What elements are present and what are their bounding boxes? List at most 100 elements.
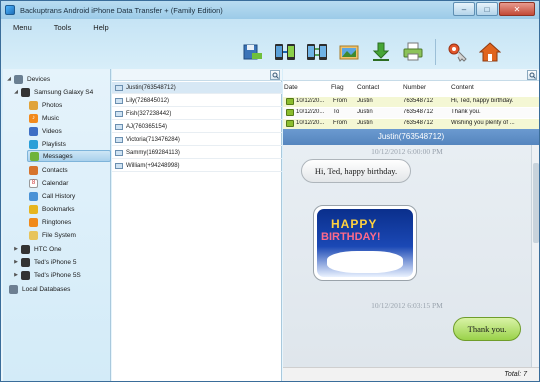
message-contact: Justin [357, 98, 373, 104]
tree-calendar[interactable]: 8 Calendar [29, 177, 68, 189]
print-button[interactable] [401, 39, 425, 65]
register-button[interactable] [446, 39, 470, 65]
tree-label: Ted's iPhone 5 [34, 258, 77, 266]
tree-label: Bookmarks [42, 205, 75, 213]
message-search-button[interactable] [527, 70, 537, 80]
contact-name: Victoria(713476284) [126, 136, 180, 143]
tree-playlists[interactable]: Playlists [29, 138, 66, 150]
birthday-cake-image: HAPPY BIRTHDAY! [317, 209, 413, 277]
calendar-icon: 8 [29, 178, 38, 188]
export-pictures-button[interactable] [337, 39, 361, 65]
close-button[interactable]: ✕ [499, 2, 535, 16]
scrollbar-thumb[interactable] [533, 163, 539, 243]
tree-videos[interactable]: Videos [29, 125, 62, 137]
menu-tools[interactable]: Tools [50, 21, 76, 35]
save-database-icon [243, 44, 262, 60]
sms-icon [286, 120, 294, 127]
tree-label: Ringtones [42, 218, 72, 226]
backup-button[interactable] [241, 39, 265, 65]
contact-icon [115, 136, 123, 143]
tree-label: Ted's iPhone 5S [34, 271, 81, 279]
picture-export-icon [339, 45, 359, 60]
message-row[interactable]: 10/12/20... To Justin 763548712 Thank yo… [283, 108, 539, 118]
message-date: 10/12/20... [296, 98, 325, 104]
contact-name: Sammy(169284113) [126, 149, 180, 156]
tree-ringtones[interactable]: Ringtones [29, 216, 71, 228]
contact-row[interactable]: Justin(763548712) [112, 82, 282, 94]
tree-iphone5[interactable]: ▶ Ted's iPhone 5 [13, 256, 76, 268]
folder-icon [29, 230, 38, 240]
contact-name: Fish(327238442) [126, 110, 172, 117]
tree-call-history[interactable]: Call History [29, 190, 75, 202]
phone-sync-icon [307, 44, 327, 60]
message-timestamp: 10/12/2012 6:03:15 PM [371, 301, 443, 310]
tree-messages[interactable]: Messages [27, 150, 111, 162]
contact-row[interactable]: Lily(726845012) [112, 95, 282, 107]
message-date: 10/12/20... [296, 109, 325, 115]
image-text-happy: HAPPY [331, 217, 378, 231]
total-count: Total: 7 [504, 371, 527, 378]
message-row[interactable]: 10/12/20... From Justin 763548712 Wishin… [283, 119, 539, 129]
tree-label: HTC One [34, 245, 62, 253]
menu-menu[interactable]: Menu [9, 21, 36, 35]
contact-search-button[interactable] [270, 70, 280, 80]
message-table-header: Date Flag Contact Number Content [283, 83, 539, 94]
menu-help[interactable]: Help [89, 21, 112, 35]
music-icon: ♪ [29, 113, 38, 123]
title-bar: Backuptrans Android iPhone Data Transfer… [1, 1, 539, 19]
column-date[interactable]: Date [284, 84, 298, 91]
tree-samsung[interactable]: ◢ Samsung Galaxy S4 [13, 86, 93, 98]
contact-icon [115, 110, 123, 117]
printer-icon [403, 42, 423, 61]
image-message-bubble[interactable]: HAPPY BIRTHDAY! [313, 205, 417, 281]
home-button[interactable] [478, 39, 502, 65]
column-content[interactable]: Content [451, 84, 474, 91]
download-button[interactable] [369, 39, 393, 65]
search-icon [272, 72, 279, 79]
expand-icon: ▶ [14, 246, 18, 252]
tree-file-system[interactable]: File System [29, 229, 76, 241]
message-content: Thank you. [451, 109, 481, 115]
minimize-button[interactable]: – [453, 2, 475, 16]
received-message-bubble: Hi, Ted, happy birthday. [301, 159, 411, 183]
column-number[interactable]: Number [403, 84, 426, 91]
contact-row[interactable]: William(+94248998) [112, 160, 282, 172]
tree-bookmarks[interactable]: Bookmarks [29, 203, 75, 215]
tree-htc-one[interactable]: ▶ HTC One [13, 243, 61, 255]
tree-iphone5s[interactable]: ▶ Ted's iPhone 5S [13, 269, 81, 281]
contact-row[interactable]: Victoria(713476284) [112, 134, 282, 146]
contact-row[interactable]: AJ(760365154) [112, 121, 282, 133]
contact-row[interactable]: Fish(327238442) [112, 108, 282, 120]
menu-bar: Menu Tools Help [9, 21, 113, 35]
sms-icon [286, 109, 294, 116]
contact-row[interactable]: Sammy(169284113) [112, 147, 282, 159]
maximize-button[interactable]: □ [476, 2, 498, 16]
contact-name: Lily(726845012) [126, 97, 170, 104]
message-flag: From [333, 120, 347, 126]
tree-label: Devices [27, 75, 51, 83]
tree-music[interactable]: ♪ Music [29, 112, 59, 124]
conversation-scrollbar[interactable] [531, 145, 539, 367]
expand-icon: ▶ [14, 259, 18, 265]
sync-button[interactable] [305, 39, 329, 65]
message-date: 10/12/20... [296, 120, 325, 126]
tree-photos[interactable]: Photos [29, 99, 62, 111]
tree-contacts[interactable]: Contacts [29, 164, 68, 176]
phone-icon [21, 270, 30, 280]
database-icon [9, 284, 18, 294]
message-flag: From [333, 98, 347, 104]
tree-label: Photos [42, 101, 63, 109]
message-timestamp: 10/12/2012 6:00:00 PM [371, 147, 443, 156]
contacts-icon [29, 165, 38, 175]
message-number: 763548712 [403, 120, 434, 126]
playlists-icon [29, 139, 38, 149]
tree-devices[interactable]: ◢ Devices [6, 73, 50, 85]
phone-icon [21, 257, 30, 267]
column-contact[interactable]: Contact [357, 84, 379, 91]
message-row[interactable]: 10/12/20... From Justin 763548712 Hi, Te… [283, 97, 539, 107]
message-contact: Justin [357, 120, 373, 126]
tree-local-databases[interactable]: Local Databases [9, 283, 70, 295]
transfer-button[interactable] [273, 39, 297, 65]
column-flag[interactable]: Flag [331, 84, 344, 91]
contact-icon [115, 84, 123, 91]
